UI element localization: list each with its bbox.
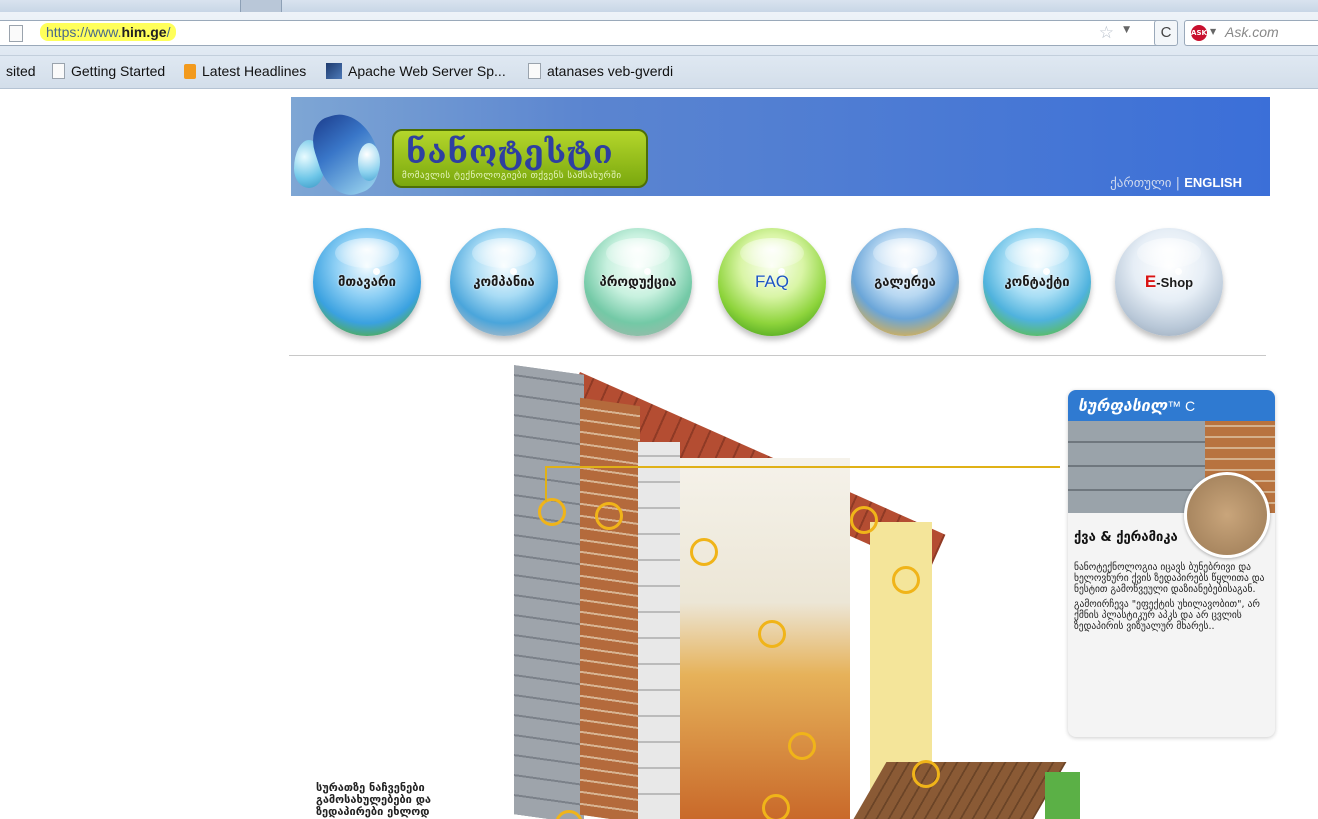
history-dropdown-icon[interactable]: ▼ [1123, 25, 1130, 35]
card-header: სურფასილ™ C [1068, 390, 1275, 421]
nav-main-button[interactable]: მთავარი [313, 228, 421, 336]
logo-text: ნანოტესტი [406, 133, 614, 171]
eshop-e-letter: E [1144, 272, 1157, 291]
nav-contact-button[interactable]: კონტაქტი [983, 228, 1091, 336]
nav-label: კონტაქტი [1004, 274, 1070, 290]
nav-gallery-button[interactable]: გალერეა [851, 228, 959, 336]
reload-button[interactable]: C [1154, 20, 1178, 46]
nav-products-button[interactable]: პროდუქცია [584, 228, 692, 336]
card-title-tm: ™ C [1167, 398, 1196, 414]
page-icon [52, 63, 65, 79]
page-icon [528, 63, 541, 79]
bookmark-label: Getting Started [71, 63, 166, 79]
lang-separator: | [1175, 176, 1181, 191]
bookmark-most-visited[interactable]: sited [6, 63, 36, 79]
tab-edge[interactable] [240, 0, 282, 12]
card-paragraph: ნანოტექნოლოგია იცავს ბუნებრივი და ხელოვნ… [1074, 562, 1265, 595]
house-illustration [470, 362, 1080, 819]
ask-logo-icon[interactable]: ASK [1191, 25, 1207, 41]
hotspot-ring[interactable] [788, 732, 816, 760]
search-box[interactable]: ASK ▼ Ask.com [1184, 20, 1318, 46]
hotspot-ring[interactable] [758, 620, 786, 648]
hotspot-ring[interactable] [595, 502, 623, 530]
page-icon [9, 25, 23, 42]
nav-label: კომპანია [473, 274, 535, 290]
bookmark-apache[interactable]: Apache Web Server Sp... [326, 63, 506, 79]
bookmark-label: atanases veb-gverdi [547, 63, 674, 79]
language-switcher: ქართული | ENGLISH [1110, 175, 1242, 191]
nav-label: პროდუქცია [599, 274, 677, 290]
hotspot-ring[interactable] [538, 498, 566, 526]
bookmark-label: Apache Web Server Sp... [348, 63, 506, 79]
hotspot-ring[interactable] [690, 538, 718, 566]
site-banner: ნანოტესტი მომავლის ტექნოლოგიები თქვენს ს… [291, 97, 1270, 196]
callout-line [545, 466, 1060, 468]
url-suffix: / [166, 24, 171, 40]
hotspot-ring[interactable] [850, 506, 878, 534]
nav-faq-button[interactable]: FAQ [718, 228, 826, 336]
bottom-caption: სურათზე ნაჩვენები გამოსახულებები და ზედა… [316, 781, 431, 818]
logo-tagline: მომავლის ტექნოლოგიები თქვენს სამსახურში [402, 171, 622, 181]
bookmark-getting-started[interactable]: Getting Started [52, 63, 165, 79]
water-drop-icon [358, 143, 380, 181]
grass-patch [1045, 772, 1080, 819]
nav-label: E-Shop [1145, 272, 1193, 292]
search-engine-dropdown-icon[interactable]: ▼ [1210, 27, 1216, 36]
nav-company-button[interactable]: კომპანია [450, 228, 558, 336]
bookmark-star-icon[interactable]: ☆ [1099, 23, 1114, 43]
rss-icon [184, 64, 196, 79]
url-domain: him.ge [121, 24, 167, 40]
bookmark-label: sited [6, 63, 36, 79]
eshop-rest: -Shop [1156, 275, 1194, 290]
card-paragraph: გამოირჩევა "ეფექტის უხილავობით", არ ქმნი… [1074, 599, 1260, 632]
hotspot-ring[interactable] [892, 566, 920, 594]
hotspot-ring[interactable] [912, 760, 940, 788]
navigation-toolbar: https://www.him.ge/ ☆ ▼ C ASK ▼ Ask.com [0, 12, 1318, 56]
callout-line [545, 466, 547, 502]
brick-wall [580, 397, 640, 819]
apache-icon [326, 63, 342, 79]
divider [289, 355, 1266, 356]
tab-strip [0, 0, 1318, 12]
bookmark-latest-headlines[interactable]: Latest Headlines [184, 63, 306, 79]
card-subtitle: ქვა & ქერამიკა [1074, 530, 1178, 545]
nav-eshop-button[interactable]: E-Shop [1115, 228, 1223, 336]
lang-georgian-link[interactable]: ქართული [1110, 176, 1171, 191]
bookmarks-toolbar: sited Getting Started Latest Headlines A… [0, 56, 1318, 89]
search-placeholder: Ask.com [1225, 24, 1279, 40]
bookmark-atanases[interactable]: atanases veb-gverdi [528, 63, 673, 79]
stone-wall [514, 365, 584, 819]
product-card: სურფასილ™ C ქვა & ქერამიკა ნანოტექნოლოგი… [1068, 390, 1275, 737]
magnifier-detail [1184, 472, 1270, 558]
card-description: ნანოტექნოლოგია იცავს ბუნებრივი და ხელოვნ… [1074, 562, 1270, 636]
site-logo[interactable]: ნანოტესტი მომავლის ტექნოლოგიები თქვენს ს… [392, 129, 648, 188]
nav-label: მთავარი [338, 274, 396, 290]
nav-label: FAQ [754, 272, 789, 291]
lang-english-link[interactable]: ENGLISH [1184, 175, 1242, 190]
bookmark-label: Latest Headlines [202, 63, 307, 79]
card-title: სურფასილ [1078, 396, 1168, 415]
url-prefix: https://www. [46, 24, 122, 40]
address-bar[interactable]: https://www.him.ge/ ☆ ▼ [0, 20, 1173, 46]
block-wall [638, 442, 680, 819]
hotspot-ring[interactable] [762, 794, 790, 819]
url-text[interactable]: https://www.him.ge/ [40, 23, 177, 41]
nav-label: გალერეა [874, 274, 936, 290]
wooden-deck [853, 762, 1067, 819]
